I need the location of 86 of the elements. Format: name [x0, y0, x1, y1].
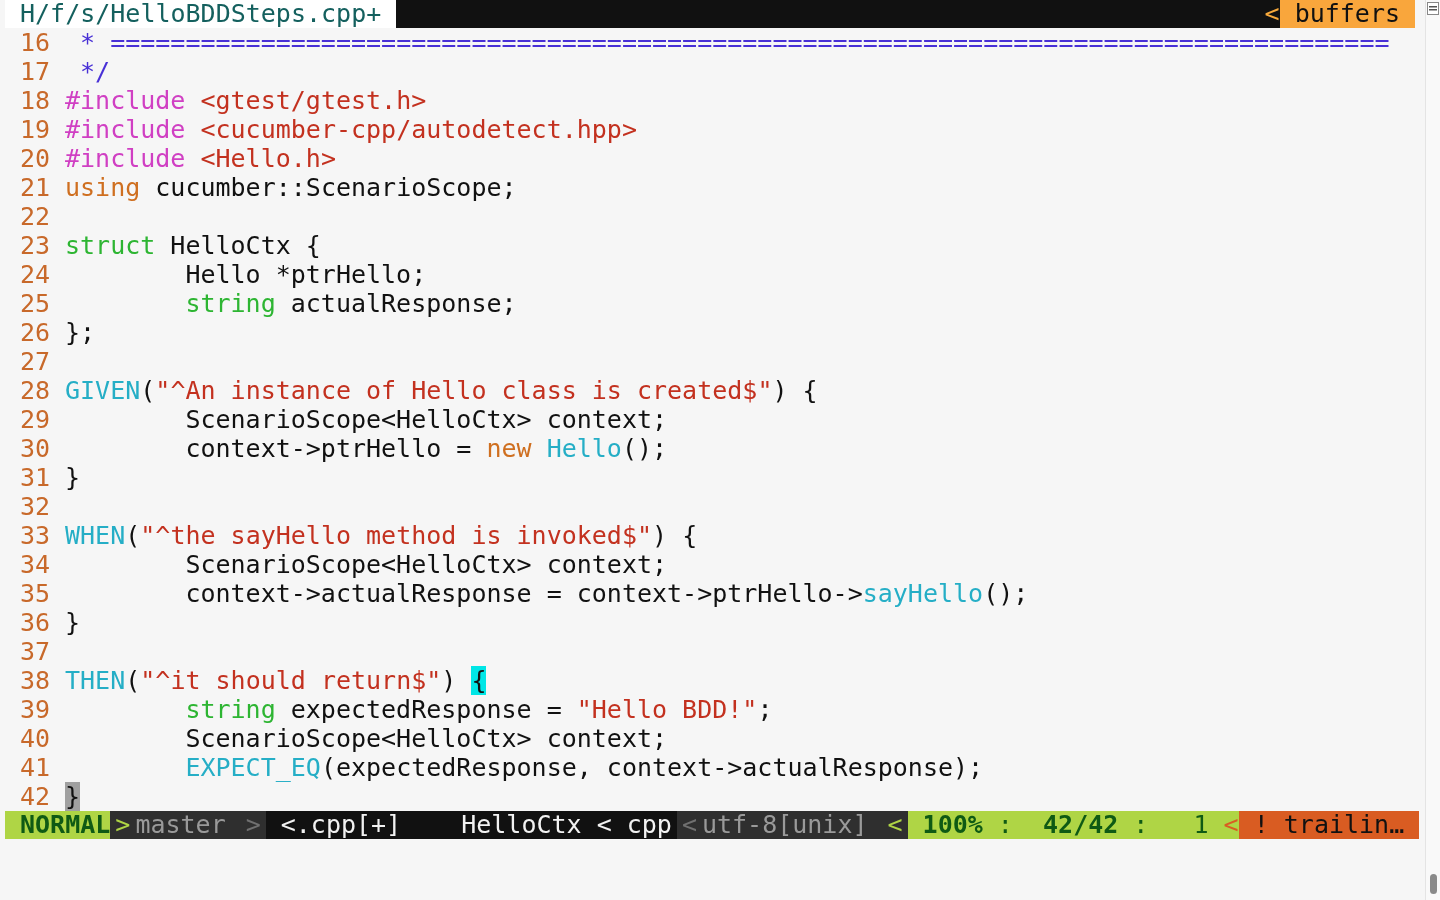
file-tab[interactable]: H/f/s/HelloBDDSteps.cpp+: [5, 0, 397, 28]
type-keyword: string: [185, 289, 276, 318]
code-text: ) {: [652, 521, 698, 550]
line-number: 25: [20, 289, 52, 318]
separator-arrow: <: [1264, 0, 1280, 28]
string-literal: "^it should return$": [140, 666, 442, 695]
comment-text: */: [79, 57, 111, 86]
code-text: (: [125, 521, 141, 550]
string-literal: <cucumber-cpp/autodetect.hpp>: [200, 115, 637, 144]
line-number: 26: [20, 318, 52, 347]
preprocessor-directive: #include: [65, 144, 186, 173]
scrollbar-thumb[interactable]: [1429, 874, 1437, 894]
code-text: HelloCtx {: [170, 231, 321, 260]
string-literal: "^the sayHello method is invoked$": [140, 521, 653, 550]
line-number: 30: [20, 434, 52, 463]
line-number: 19: [20, 115, 52, 144]
code-text: (: [140, 376, 156, 405]
git-branch: master: [135, 811, 241, 839]
line-number: 24: [20, 260, 52, 289]
code-text: cucumber::ScenarioScope;: [155, 173, 517, 202]
line-number: 32: [20, 492, 52, 521]
string-literal: "^An instance of Hello class is created$": [155, 376, 773, 405]
type-keyword: string: [185, 695, 276, 724]
line-number: 37: [20, 637, 52, 666]
buffers-label: buffers: [1279, 0, 1415, 28]
keyword: using: [65, 173, 141, 202]
code-text: ();: [983, 579, 1029, 608]
type-keyword: struct: [65, 231, 156, 260]
code-text: (expectedResponse, context->actualResponse);: [320, 753, 984, 782]
line-number: 39: [20, 695, 52, 724]
line-number: 34: [20, 550, 52, 579]
code-text: Hello *ptrHello;: [185, 260, 427, 289]
code-text: ;: [757, 695, 773, 724]
string-literal: <Hello.h>: [200, 144, 336, 173]
line-number: 41: [20, 753, 52, 782]
code-text: ();: [621, 434, 668, 463]
line-number: 16: [20, 28, 52, 57]
line-number: 23: [20, 231, 52, 260]
function-name: sayHello: [862, 579, 984, 608]
code-text: }: [65, 608, 81, 637]
function-name: GIVEN: [65, 376, 141, 405]
code-text: expectedResponse =: [290, 695, 562, 724]
line-number: 17: [20, 57, 52, 86]
scrollbar[interactable]: [1425, 0, 1440, 900]
code-text: (: [125, 666, 141, 695]
code-text: ScenarioScope<HelloCtx> context;: [185, 550, 668, 579]
line-number: 27: [20, 347, 52, 376]
line-number: 40: [20, 724, 52, 753]
cursor: }: [65, 782, 81, 811]
line-number: 28: [20, 376, 52, 405]
cursor-position: 100% : 42/42 : 1: [907, 811, 1224, 839]
line-number: 20: [20, 144, 52, 173]
code-text: ) {: [772, 376, 818, 405]
line-number: 33: [20, 521, 52, 550]
preprocessor-directive: #include: [65, 115, 186, 144]
line-number: 42: [20, 782, 52, 811]
string-literal: "Hello BDD!": [576, 695, 758, 724]
function-name: WHEN: [65, 521, 126, 550]
warning-indicator: ! trailin…: [1238, 811, 1419, 839]
line-number: 31: [20, 463, 52, 492]
line-number: 22: [20, 202, 52, 231]
code-text: ScenarioScope<HelloCtx> context;: [185, 724, 668, 753]
code-text: ScenarioScope<HelloCtx> context;: [185, 405, 668, 434]
comment-text: * =====================================================================================: [79, 28, 1390, 57]
code-text: context->actualResponse = context->ptrHello->: [185, 579, 863, 608]
mode-indicator: NORMAL: [5, 811, 111, 839]
line-number: 18: [20, 86, 52, 115]
string-literal: <gtest/gtest.h>: [200, 86, 427, 115]
code-text: }: [65, 463, 81, 492]
line-number: 29: [20, 405, 52, 434]
function-name: EXPECT_EQ: [185, 753, 321, 782]
matching-bracket: {: [471, 666, 487, 695]
preprocessor-directive: #include: [65, 86, 186, 115]
code-text: context->ptrHello =: [185, 434, 472, 463]
line-number: 35: [20, 579, 52, 608]
line-number: 21: [20, 173, 52, 202]
file-encoding: utf-8[unix]: [701, 811, 883, 839]
function-name: Hello: [546, 434, 622, 463]
line-number: 38: [20, 666, 52, 695]
function-name: THEN: [65, 666, 126, 695]
menu-icon[interactable]: [1427, 2, 1439, 15]
code-text: };: [65, 318, 96, 347]
code-text: ): [441, 666, 458, 695]
keyword: new: [486, 434, 532, 463]
line-number: 36: [20, 608, 52, 637]
code-text: actualResponse;: [290, 289, 517, 318]
